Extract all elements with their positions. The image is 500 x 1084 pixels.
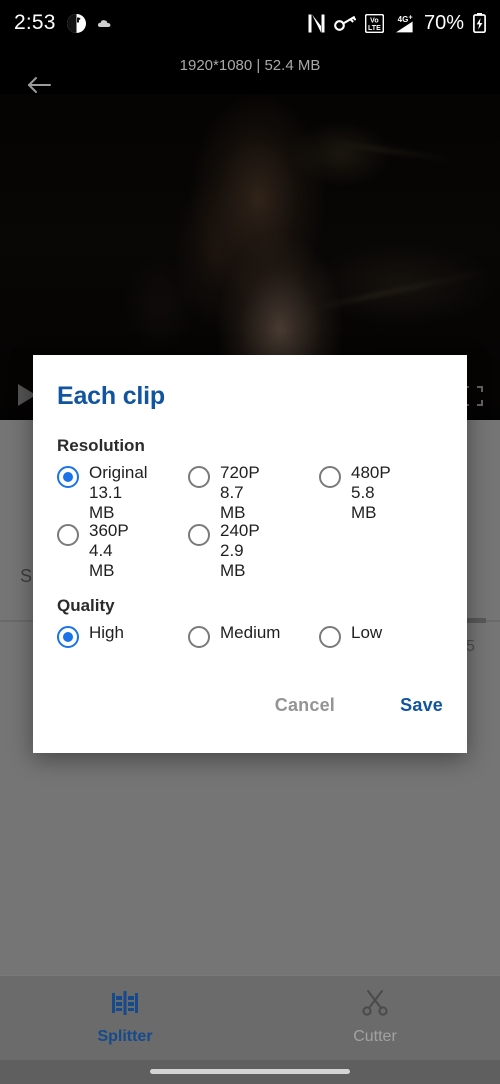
status-bar-left: 2:53 xyxy=(14,11,112,35)
radio-label: 480P xyxy=(351,463,391,482)
radio-label: High xyxy=(89,623,124,642)
radio-label: Low xyxy=(351,623,383,642)
radio-label: Original xyxy=(89,463,148,482)
radio-option-original[interactable]: Original 13.1 MB xyxy=(57,463,148,523)
battery-percent-label: 70% xyxy=(423,11,464,34)
radio-ring-icon xyxy=(57,524,79,546)
radio-option-high[interactable]: High xyxy=(57,623,124,648)
contact-badge-icon xyxy=(66,13,86,33)
status-bar-right: Vo LTE 4G + 70% xyxy=(308,12,486,35)
nav-tab-label: Cutter xyxy=(353,1028,397,1045)
phone-screen: 1920*1080 | 52.4 MB S 2 5 Each clip Reso… xyxy=(0,0,500,1084)
status-bar: 2:53 Vo LTE 4G + 70% xyxy=(0,0,500,46)
radio-ring-icon xyxy=(188,466,210,488)
cloud-icon xyxy=(97,17,112,29)
radio-sublabel: 13.1 MB xyxy=(89,483,123,523)
svg-text:+: + xyxy=(408,14,412,21)
video-meta-text: 1920*1080 | 52.4 MB xyxy=(179,57,321,74)
nav-tab-splitter[interactable]: Splitter xyxy=(0,975,250,1060)
radio-label: 360P xyxy=(89,521,129,540)
splitter-icon xyxy=(110,989,140,1022)
radio-sublabel: 2.9 MB xyxy=(220,541,246,581)
radio-option-360p[interactable]: 360P 4.4 MB xyxy=(57,521,129,581)
radio-label: 240P xyxy=(220,521,260,540)
vpn-key-icon xyxy=(334,15,356,31)
bottom-navigation: Splitter Cutter xyxy=(0,975,500,1060)
resolution-section-label: Resolution xyxy=(57,436,145,455)
radio-sublabel: 4.4 MB xyxy=(89,541,115,581)
svg-text:Vo: Vo xyxy=(370,17,378,24)
radio-sublabel: 8.7 MB xyxy=(220,483,246,523)
quality-section-label: Quality xyxy=(57,596,115,615)
home-gesture-bar[interactable] xyxy=(150,1069,350,1074)
save-button[interactable]: Save xyxy=(400,695,443,716)
nav-tab-label: Splitter xyxy=(97,1028,153,1045)
radio-label: 720P xyxy=(220,463,260,482)
radio-option-720p[interactable]: 720P 8.7 MB xyxy=(188,463,260,523)
radio-ring-icon xyxy=(57,466,79,488)
radio-ring-icon xyxy=(188,524,210,546)
svg-text:4G: 4G xyxy=(398,15,409,24)
radio-label: Medium xyxy=(220,623,281,642)
scissors-icon xyxy=(361,989,389,1022)
nav-tab-cutter[interactable]: Cutter xyxy=(250,975,500,1060)
radio-option-480p[interactable]: 480P 5.8 MB xyxy=(319,463,391,523)
signal-4g-plus-icon: 4G + xyxy=(393,14,415,33)
nfc-icon xyxy=(308,14,325,33)
radio-ring-icon xyxy=(319,626,341,648)
back-button[interactable] xyxy=(22,68,56,102)
dialog-title: Each clip xyxy=(57,382,165,410)
radio-ring-icon xyxy=(188,626,210,648)
status-clock: 2:53 xyxy=(14,11,56,34)
radio-option-240p[interactable]: 240P 2.9 MB xyxy=(188,521,260,581)
volte-icon: Vo LTE xyxy=(364,13,384,33)
battery-charging-icon xyxy=(473,13,486,33)
radio-option-low[interactable]: Low xyxy=(319,623,382,648)
radio-option-medium[interactable]: Medium xyxy=(188,623,280,648)
svg-text:LTE: LTE xyxy=(368,25,381,32)
radio-ring-icon xyxy=(57,626,79,648)
radio-sublabel: 5.8 MB xyxy=(351,483,377,523)
gesture-nav-area xyxy=(0,1060,500,1084)
video-header-bar: 1920*1080 | 52.4 MB xyxy=(0,46,500,94)
radio-ring-icon xyxy=(319,466,341,488)
export-settings-dialog: Each clip Resolution Original 13.1 MB 72… xyxy=(33,355,467,753)
cancel-button[interactable]: Cancel xyxy=(275,695,335,716)
